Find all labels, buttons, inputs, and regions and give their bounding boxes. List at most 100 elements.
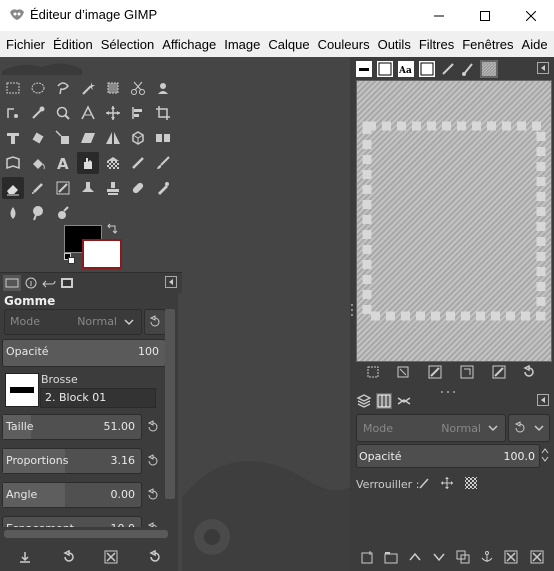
tab-palettes[interactable] xyxy=(480,60,498,78)
flip-tool-icon[interactable] xyxy=(102,127,124,149)
smudge-alt-tool-icon[interactable] xyxy=(52,202,74,224)
edit-brush-icon[interactable] xyxy=(366,365,380,379)
heal-tool-icon[interactable] xyxy=(127,177,149,199)
size-slider[interactable]: Taille 51.00 xyxy=(2,414,142,440)
menu-edition[interactable]: Édition xyxy=(49,37,97,52)
layer-mode-reset-select[interactable] xyxy=(508,414,550,442)
shear-tool-icon[interactable] xyxy=(77,127,99,149)
maximize-button[interactable] xyxy=(462,0,508,31)
minimize-button[interactable] xyxy=(416,0,462,31)
tab-patterns[interactable] xyxy=(377,61,393,77)
menu-selection[interactable]: Sélection xyxy=(97,37,158,52)
refresh-brushes-icon[interactable] xyxy=(522,365,536,379)
restore-options-icon[interactable] xyxy=(62,550,76,564)
proportions-slider[interactable]: Proportions 3.16 xyxy=(2,448,142,474)
lock-pixels-icon[interactable] xyxy=(417,476,431,490)
proportions-reset-icon[interactable] xyxy=(146,454,160,468)
brush-preview-button[interactable] xyxy=(5,373,39,407)
mask-layer-icon[interactable] xyxy=(504,550,518,564)
delete-layer-icon[interactable] xyxy=(530,550,544,564)
default-colors-icon[interactable] xyxy=(64,253,76,268)
fuzzy-select-tool-icon[interactable] xyxy=(77,77,99,99)
new-brush-icon[interactable] xyxy=(396,365,410,379)
tab-paths[interactable] xyxy=(396,393,412,409)
tab-images[interactable] xyxy=(59,275,75,291)
right-dock-configure-button[interactable] xyxy=(537,62,549,74)
configure-tab-button[interactable] xyxy=(165,276,177,288)
pencil-tool-icon[interactable] xyxy=(127,152,149,174)
lasso-tool-icon[interactable] xyxy=(52,77,74,99)
menu-fenetres[interactable]: Fenêtres xyxy=(458,37,517,52)
opacity-slider[interactable]: Opacité 100 xyxy=(2,339,166,367)
tab-device-status[interactable] xyxy=(23,275,39,291)
mode-reset-button[interactable] xyxy=(144,309,166,335)
tab-undo-history[interactable] xyxy=(41,275,57,291)
menu-filtres[interactable]: Filtres xyxy=(415,37,458,52)
scale-tool-icon[interactable] xyxy=(52,127,74,149)
tab-gradients[interactable] xyxy=(419,61,435,77)
cage-transform-tool-icon[interactable] xyxy=(127,127,149,149)
move-tool-icon[interactable] xyxy=(102,102,124,124)
rotate-tool-icon[interactable] xyxy=(27,127,49,149)
unified-transform-tool-icon[interactable] xyxy=(2,127,24,149)
scissors-tool-icon[interactable] xyxy=(127,77,149,99)
delete-options-icon[interactable] xyxy=(104,550,118,564)
new-layer-group-icon[interactable] xyxy=(384,550,398,564)
align-tool-icon[interactable] xyxy=(127,102,149,124)
tab-brushes[interactable] xyxy=(356,61,372,77)
menu-outils[interactable]: Outils xyxy=(374,37,415,52)
tab-layers[interactable] xyxy=(356,393,372,409)
rect-select-tool-icon[interactable] xyxy=(2,77,24,99)
angle-slider[interactable]: Angle 0.00 xyxy=(2,482,142,508)
color-picker-tool-icon[interactable] xyxy=(27,102,49,124)
layer-mode-select[interactable]: Mode Normal xyxy=(356,414,506,442)
smudge-tool-icon[interactable] xyxy=(152,177,174,199)
text-tool-icon[interactable]: A xyxy=(52,152,74,174)
copy-brush-location-icon[interactable] xyxy=(460,365,474,379)
foreground-select-tool-icon[interactable] xyxy=(152,77,174,99)
menu-affichage[interactable]: Affichage xyxy=(158,37,220,52)
dodge-burn-tool-icon[interactable] xyxy=(27,202,49,224)
canvas-area[interactable] xyxy=(182,57,350,571)
paintbrush-tool-icon[interactable] xyxy=(152,152,174,174)
ellipse-select-tool-icon[interactable] xyxy=(27,77,49,99)
warp-transform-tool-icon[interactable] xyxy=(152,127,174,149)
menu-aide[interactable]: Aide xyxy=(518,37,552,52)
dock-resize-handle[interactable] xyxy=(351,302,353,322)
brush-name-field[interactable]: 2. Block 01 xyxy=(40,388,156,408)
blur-sharpen-tool-icon[interactable] xyxy=(2,202,24,224)
lock-position-icon[interactable] xyxy=(440,476,454,490)
save-options-icon[interactable] xyxy=(18,550,32,564)
menu-image[interactable]: Image xyxy=(220,37,264,52)
tab-dynamics[interactable] xyxy=(460,61,476,77)
swap-colors-icon[interactable] xyxy=(106,223,118,238)
close-button[interactable] xyxy=(508,0,554,31)
tab-fonts[interactable]: Aa xyxy=(398,61,414,77)
raise-layer-icon[interactable] xyxy=(408,550,422,564)
tab-tool-presets[interactable] xyxy=(440,61,456,77)
color-select-tool-icon[interactable] xyxy=(102,77,124,99)
duplicate-layer-icon[interactable] xyxy=(456,550,470,564)
tab-channels[interactable] xyxy=(376,393,392,409)
lower-layer-icon[interactable] xyxy=(432,550,446,564)
measure-tool-icon[interactable] xyxy=(77,102,99,124)
anchor-layer-icon[interactable] xyxy=(480,550,494,564)
layers-list[interactable] xyxy=(356,495,550,545)
gegl-tool-icon[interactable] xyxy=(77,152,99,174)
crop-tool-icon[interactable] xyxy=(152,102,174,124)
layers-configure-button[interactable] xyxy=(537,394,549,406)
angle-reset-icon[interactable] xyxy=(146,488,160,502)
mode-select[interactable]: Mode Normal xyxy=(4,309,142,335)
airbrush-tool-icon[interactable] xyxy=(27,177,49,199)
background-color-swatch[interactable] xyxy=(82,239,122,269)
paths-tool-icon[interactable] xyxy=(2,102,24,124)
eraser-tool-icon[interactable] xyxy=(2,177,24,199)
zoom-tool-icon[interactable] xyxy=(52,102,74,124)
brush-grid-preview[interactable] xyxy=(356,80,552,362)
dock-separator[interactable] xyxy=(350,384,554,393)
layer-opacity-spinner[interactable]: Opacité 100.0 xyxy=(356,444,540,468)
menu-fichier[interactable]: Fichier xyxy=(0,37,49,52)
menu-couleurs[interactable]: Couleurs xyxy=(314,37,374,52)
delete-brush-icon[interactable] xyxy=(492,365,506,379)
perspective-clone-tool-icon[interactable] xyxy=(2,152,24,174)
